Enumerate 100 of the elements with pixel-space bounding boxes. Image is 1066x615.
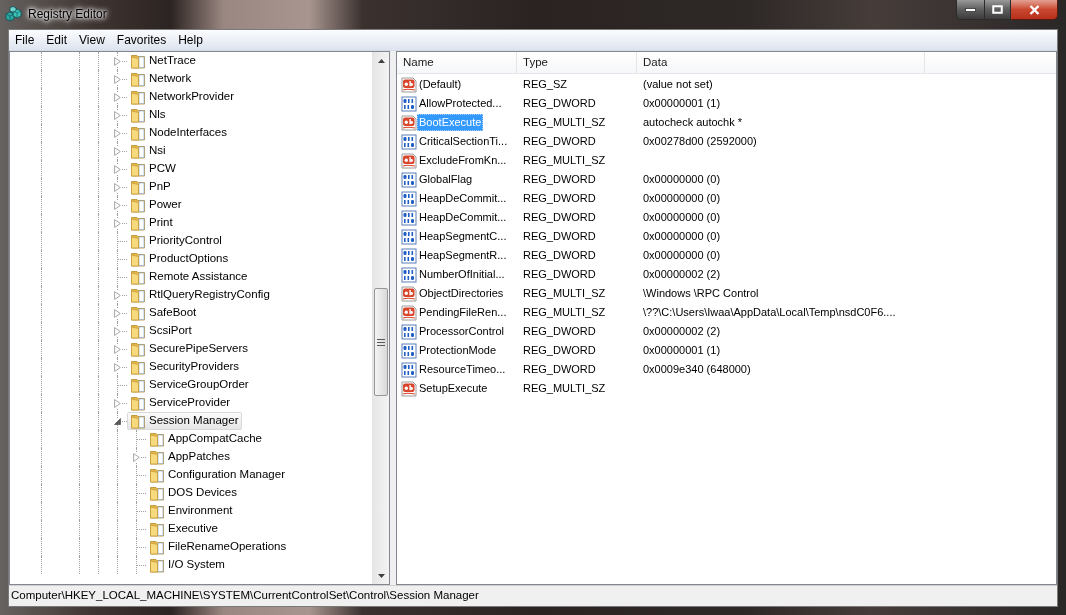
tree-item[interactable]: NodeInterfaces	[127, 124, 230, 142]
value-name[interactable]: ResourceTimeo...	[417, 361, 508, 378]
close-button[interactable]	[1011, 0, 1058, 20]
maximize-button[interactable]	[985, 0, 1011, 20]
binary-value-icon	[401, 133, 417, 150]
value-name[interactable]: HeapDeCommit...	[417, 190, 509, 207]
value-data: 0x00000002 (2)	[643, 268, 721, 281]
value-name[interactable]: HeapSegmentR...	[417, 247, 509, 264]
tree-item[interactable]: AppPatches	[146, 448, 233, 466]
binary-value-icon	[401, 228, 417, 245]
tree-item[interactable]: AppCompatCache	[146, 430, 265, 448]
value-name[interactable]: ProtectionMode	[417, 342, 499, 359]
caret-down-icon[interactable]	[114, 417, 121, 425]
caret-right-icon[interactable]	[114, 56, 121, 66]
tree-item[interactable]: SecurePipeServers	[127, 340, 252, 358]
tree-item[interactable]: Nsi	[127, 142, 169, 160]
value-data: 0x00000000 (0)	[643, 249, 721, 262]
value-name[interactable]: AllowProtected...	[417, 95, 504, 112]
tree-item[interactable]: Network	[127, 70, 195, 88]
caret-right-icon[interactable]	[133, 452, 140, 462]
caret-right-icon[interactable]	[114, 362, 121, 372]
tree-item[interactable]: SafeBoot	[127, 304, 200, 322]
tree-item[interactable]: Remote Assistance	[127, 268, 251, 286]
tree-item[interactable]: PCW	[127, 160, 179, 178]
caret-right-icon[interactable]	[114, 92, 121, 102]
tree-item[interactable]: DOS Devices	[146, 484, 241, 502]
value-name[interactable]: ExcludeFromKn...	[417, 152, 509, 169]
status-text: Computer\HKEY_LOCAL_MACHINE\SYSTEM\CurrentControlSet\Control\Session Manager	[11, 588, 479, 604]
folder-icon	[149, 485, 165, 501]
value-data: 0x00000000 (0)	[643, 211, 721, 224]
tree-item[interactable]: ScsiPort	[127, 322, 195, 340]
value-name[interactable]: SetupExecute	[417, 380, 490, 397]
caret-right-icon[interactable]	[114, 200, 121, 210]
tree-item[interactable]: Print	[127, 214, 176, 232]
tree-item[interactable]: RtlQueryRegistryConfig	[127, 286, 273, 304]
value-name[interactable]: (Default)	[417, 76, 464, 93]
tree-item[interactable]: NetworkProvider	[127, 88, 237, 106]
caret-right-icon[interactable]	[114, 182, 121, 192]
tree-item[interactable]: SecurityProviders	[127, 358, 243, 376]
folder-icon	[130, 233, 146, 249]
scrollbar-thumb[interactable]	[374, 288, 388, 396]
tree-item[interactable]: Environment	[146, 502, 236, 520]
caret-right-icon[interactable]	[114, 290, 121, 300]
caret-right-icon[interactable]	[114, 146, 121, 156]
value-name[interactable]: ProcessorControl	[417, 323, 506, 340]
tree-item[interactable]: ProductOptions	[127, 250, 232, 268]
tree-item[interactable]: Session Manager	[127, 412, 242, 430]
tree-item[interactable]: FileRenameOperations	[146, 538, 290, 556]
column-header[interactable]: Data	[637, 52, 925, 73]
folder-icon	[130, 287, 146, 303]
tree-item[interactable]: ServiceProvider	[127, 394, 234, 412]
value-name[interactable]: GlobalFlag	[417, 171, 475, 188]
tree-item[interactable]: Nls	[127, 106, 169, 124]
menu-item[interactable]: View	[73, 30, 111, 50]
value-name[interactable]: NumberOfInitial...	[417, 266, 507, 283]
column-header[interactable]: Name	[397, 52, 517, 73]
caret-right-icon[interactable]	[114, 344, 121, 354]
caret-right-icon[interactable]	[114, 218, 121, 228]
value-type: REG_DWORD	[523, 230, 596, 243]
value-data: 0x00000001 (1)	[643, 344, 721, 357]
value-name[interactable]: HeapSegmentC...	[417, 228, 509, 245]
caret-right-icon[interactable]	[114, 398, 121, 408]
menu-item[interactable]: Help	[172, 30, 209, 50]
tree-item[interactable]: I/O System	[146, 556, 228, 574]
tree-item[interactable]: PnP	[127, 178, 174, 196]
folder-icon	[149, 449, 165, 465]
column-header[interactable]: Type	[517, 52, 637, 73]
menu-item[interactable]: Edit	[40, 30, 74, 50]
value-name[interactable]: PendingFileRen...	[417, 304, 509, 321]
binary-value-icon	[401, 361, 417, 378]
tree-item[interactable]: ServiceGroupOrder	[127, 376, 252, 394]
caret-right-icon[interactable]	[114, 164, 121, 174]
folder-icon	[130, 395, 146, 411]
folder-icon	[149, 557, 165, 573]
binary-value-icon	[401, 247, 417, 264]
tree-item[interactable]: PriorityControl	[127, 232, 225, 250]
menu-item[interactable]: Favorites	[110, 30, 173, 50]
caret-right-icon[interactable]	[114, 308, 121, 318]
value-data: 0x00278d00 (2592000)	[643, 135, 757, 148]
tree-item[interactable]: Executive	[146, 520, 221, 538]
folder-icon	[130, 71, 146, 87]
folder-icon	[130, 215, 146, 231]
grip-icon	[377, 338, 385, 346]
binary-value-icon	[401, 171, 417, 188]
value-name[interactable]: ObjectDirectories	[417, 285, 506, 302]
folder-icon	[130, 341, 146, 357]
caret-right-icon[interactable]	[114, 74, 121, 84]
tree-item[interactable]: NetTrace	[127, 52, 199, 70]
value-name[interactable]: CriticalSectionTi...	[417, 133, 510, 150]
caret-right-icon[interactable]	[114, 128, 121, 138]
menu-item[interactable]: File	[9, 30, 41, 50]
binary-value-icon	[401, 342, 417, 359]
tree-item[interactable]: Power	[127, 196, 185, 214]
tree-item[interactable]: Configuration Manager	[146, 466, 288, 484]
value-type: REG_DWORD	[523, 344, 596, 357]
minimize-button[interactable]	[956, 0, 985, 20]
folder-icon	[130, 413, 146, 429]
caret-right-icon[interactable]	[114, 326, 121, 336]
value-name[interactable]: HeapDeCommit...	[417, 209, 509, 226]
caret-right-icon[interactable]	[114, 110, 121, 120]
